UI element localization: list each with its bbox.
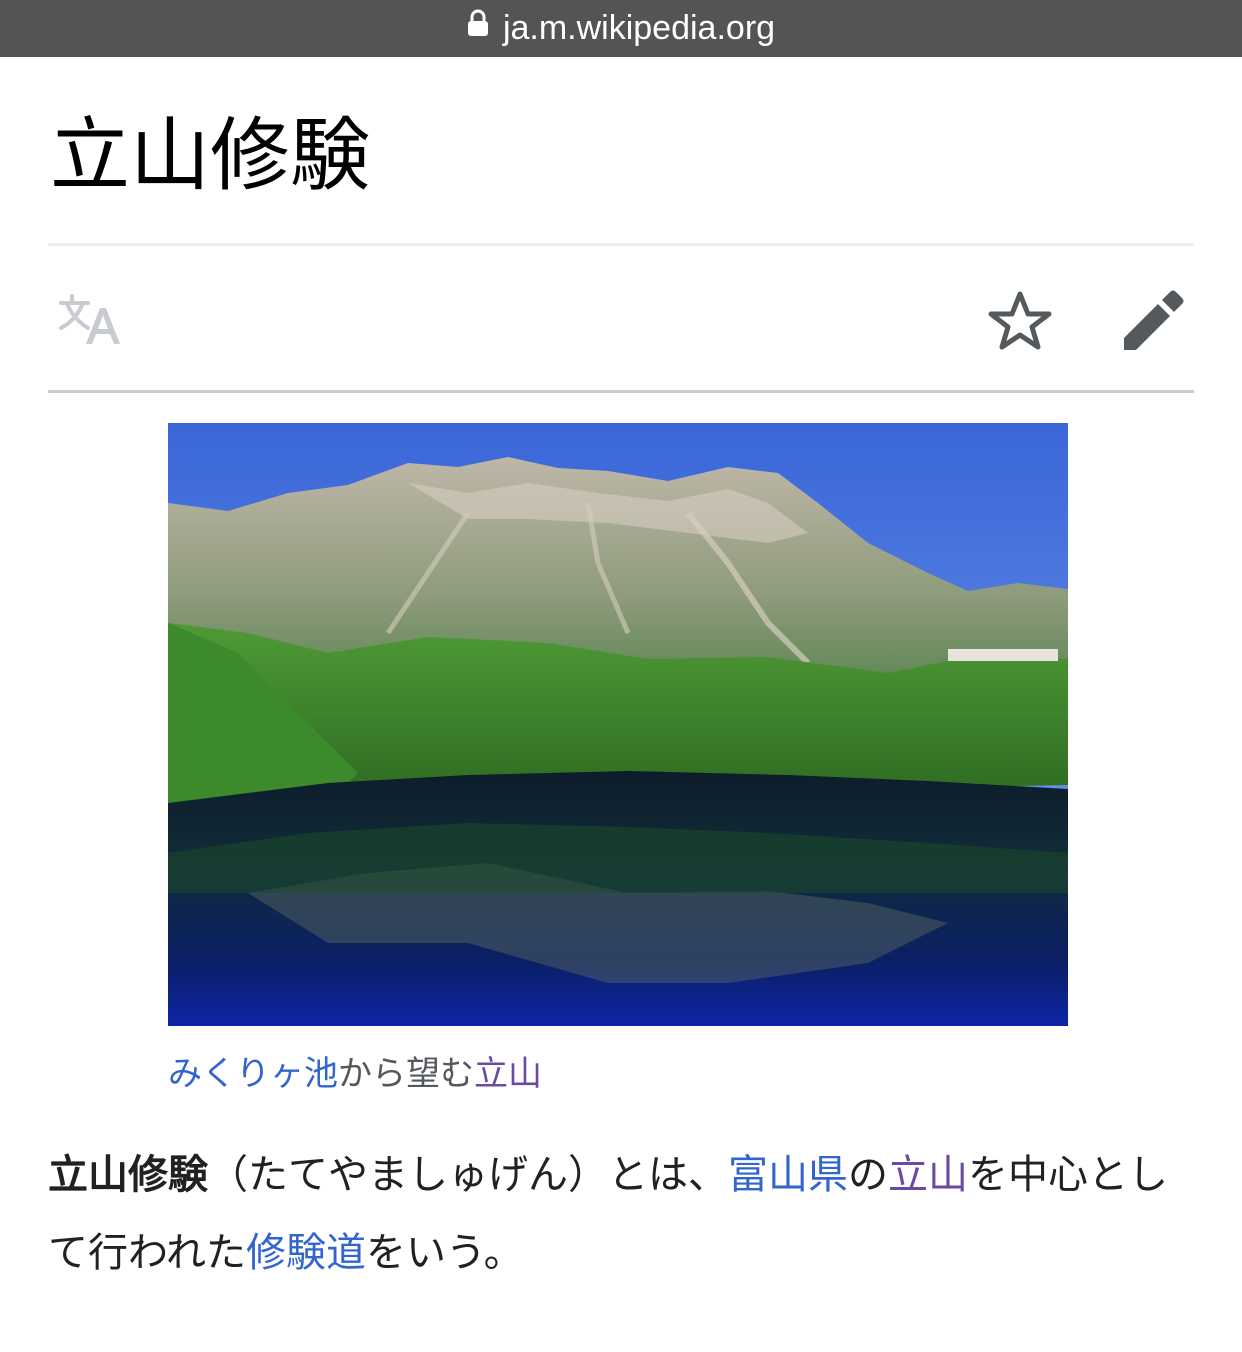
- watch-star-icon[interactable]: [986, 288, 1054, 352]
- body-text-4: をいう。: [366, 1230, 524, 1276]
- article-image-tateyama[interactable]: [168, 423, 1068, 1026]
- language-icon[interactable]: [58, 292, 124, 348]
- body-text-1: （たてやましゅげん）とは、: [208, 1152, 728, 1198]
- url-text: ja.m.wikipedia.org: [502, 9, 776, 47]
- intro-paragraph: 立山修験（たてやましゅげん）とは、富山県の立山を中心として行われた修験道をいう。: [48, 1136, 1198, 1292]
- body-text-2: の: [848, 1152, 888, 1198]
- link-tateyama[interactable]: 立山: [888, 1152, 968, 1198]
- bold-term: 立山修験: [48, 1152, 208, 1198]
- toolbar-divider: [48, 390, 1194, 393]
- browser-url-bar[interactable]: ja.m.wikipedia.org: [0, 0, 1242, 57]
- link-toyama-prefecture[interactable]: 富山県: [728, 1152, 848, 1198]
- title-divider: [48, 243, 1194, 246]
- image-caption: みくりヶ池から望む立山: [168, 1050, 542, 1098]
- caption-link-tateyama[interactable]: 立山: [474, 1054, 542, 1094]
- caption-text: から望む: [338, 1054, 474, 1094]
- page-title: 立山修験: [50, 109, 370, 202]
- lock-icon: [467, 7, 489, 46]
- link-shugendo[interactable]: 修験道: [246, 1230, 366, 1276]
- caption-link-mikurigaike[interactable]: みくりヶ池: [168, 1054, 338, 1094]
- edit-pencil-icon[interactable]: [1120, 288, 1186, 354]
